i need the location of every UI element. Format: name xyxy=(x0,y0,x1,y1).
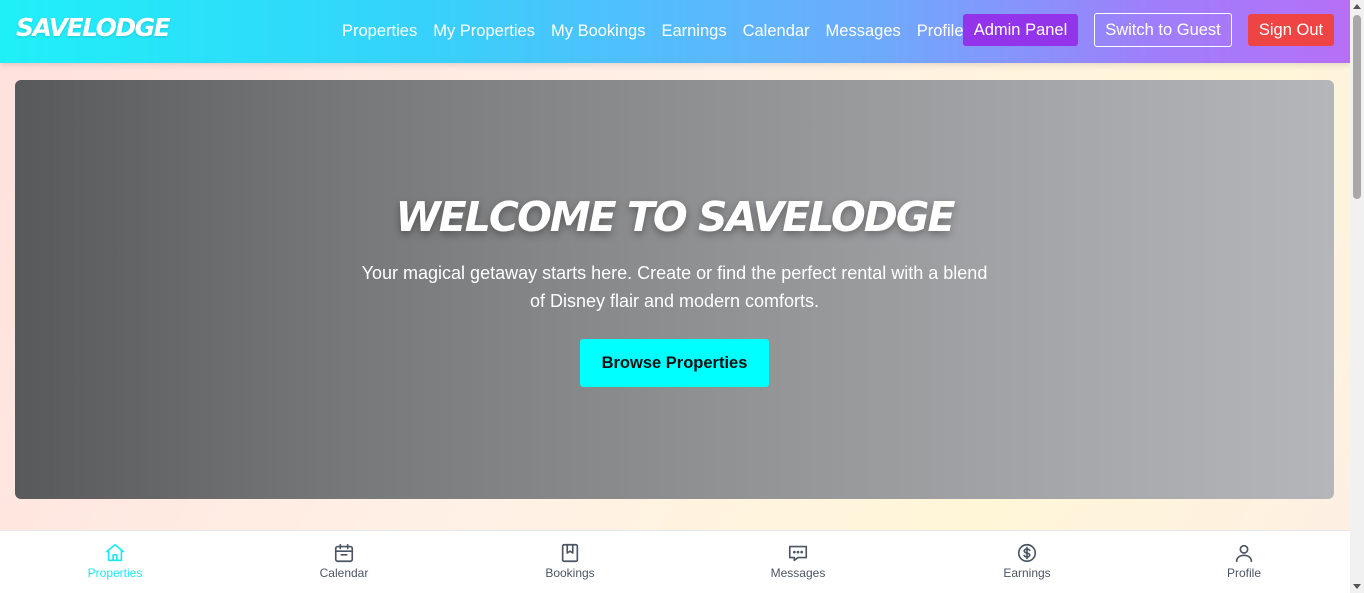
bottom-nav-label: Earnings xyxy=(1003,566,1051,580)
nav-link-properties[interactable]: Properties xyxy=(342,22,417,41)
book-icon xyxy=(561,543,579,563)
bottom-nav-label: Properties xyxy=(87,566,143,580)
browse-properties-button[interactable]: Browse Properties xyxy=(580,339,769,387)
bottom-nav-label: Calendar xyxy=(319,566,369,580)
nav-links: Properties My Properties My Bookings Ear… xyxy=(342,0,980,63)
nav-link-messages[interactable]: Messages xyxy=(826,22,901,41)
bottom-nav-earnings[interactable]: Earnings xyxy=(967,531,1087,593)
bottom-nav-properties[interactable]: Properties xyxy=(55,531,175,593)
user-icon xyxy=(1235,544,1253,563)
hero-banner: Welcome to SaveLodge Your magical getawa… xyxy=(15,80,1334,499)
switch-to-guest-button[interactable]: Switch to Guest xyxy=(1094,13,1232,47)
bottom-navigation: Properties Calendar Bookings Messages Ea… xyxy=(0,530,1350,593)
sign-out-button[interactable]: Sign Out xyxy=(1248,14,1334,46)
bottom-nav-profile[interactable]: Profile xyxy=(1184,531,1304,593)
bottom-nav-bookings[interactable]: Bookings xyxy=(510,531,630,593)
hero-title: Welcome to SaveLodge xyxy=(395,193,956,241)
top-navbar: SAVELODGE Properties My Properties My Bo… xyxy=(0,0,1350,63)
hero-description: Your magical getaway starts here. Create… xyxy=(361,263,988,311)
nav-link-earnings[interactable]: Earnings xyxy=(661,22,726,41)
nav-link-profile[interactable]: Profile xyxy=(917,22,964,41)
bottom-nav-label: Bookings xyxy=(545,566,595,580)
nav-link-my-bookings[interactable]: My Bookings xyxy=(551,22,645,41)
bottom-nav-label: Profile xyxy=(1226,566,1261,580)
bottom-nav-label: Messages xyxy=(770,566,826,580)
home-icon xyxy=(105,543,125,562)
scrollbar-thumb[interactable] xyxy=(1353,15,1361,199)
nav-link-calendar[interactable]: Calendar xyxy=(743,22,810,41)
bottom-nav-messages[interactable]: Messages xyxy=(738,531,858,593)
calendar-icon xyxy=(334,543,354,563)
bottom-nav-calendar[interactable]: Calendar xyxy=(284,531,404,593)
dollar-icon xyxy=(1017,543,1037,563)
brand-logo[interactable]: SAVELODGE xyxy=(16,13,171,42)
scroll-down-arrow-icon[interactable] xyxy=(1353,584,1361,589)
nav-link-my-properties[interactable]: My Properties xyxy=(433,22,535,41)
admin-panel-button[interactable]: Admin Panel xyxy=(963,14,1078,46)
chat-icon xyxy=(788,545,808,562)
page-scrollbar[interactable] xyxy=(1350,0,1364,593)
scroll-up-arrow-icon[interactable] xyxy=(1353,4,1361,9)
